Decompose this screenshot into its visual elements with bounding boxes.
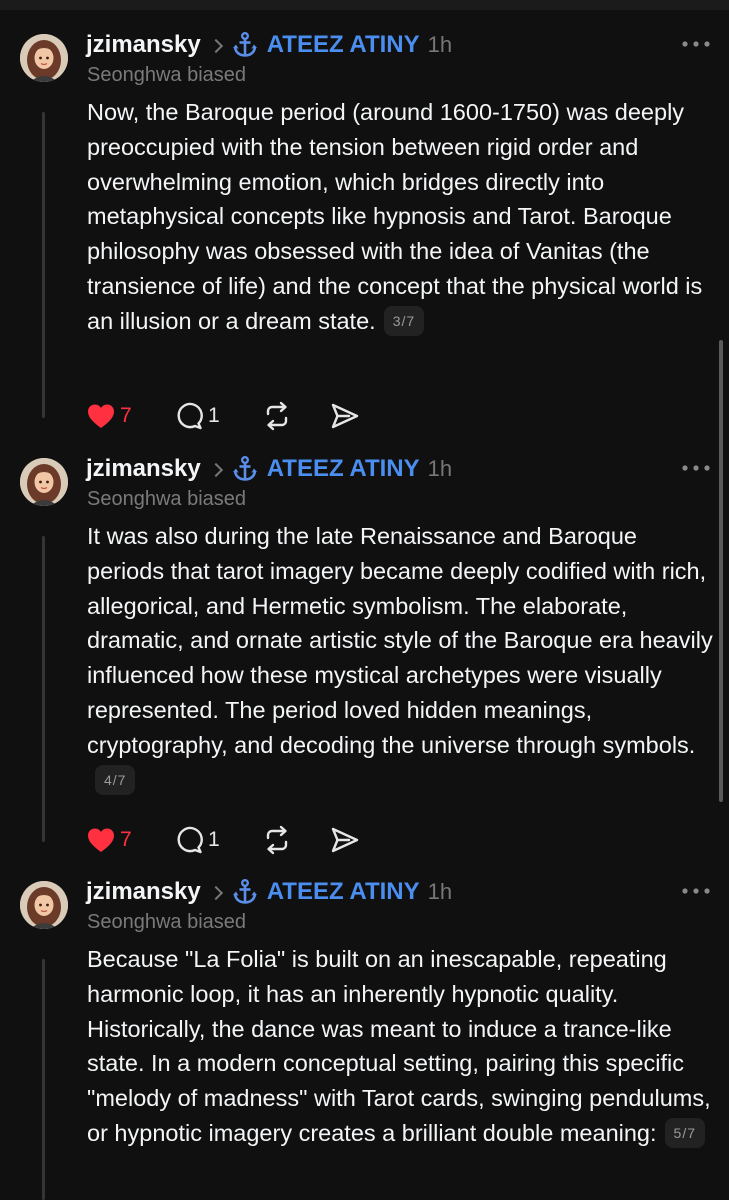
post-header: jzimansky ATEEZ ATINY 1h xyxy=(86,452,452,486)
community-link[interactable]: ATEEZ ATINY xyxy=(267,455,420,483)
reply-button[interactable]: 1 xyxy=(174,400,220,432)
chevron-right-icon xyxy=(208,38,223,54)
user-subtitle: Seonghwa biased xyxy=(87,488,247,510)
page-indicator: 3/7 xyxy=(383,305,425,336)
username[interactable]: jzimansky xyxy=(86,878,201,906)
more-options-icon[interactable] xyxy=(681,40,711,48)
chevron-right-icon xyxy=(208,462,223,478)
avatar[interactable] xyxy=(20,34,68,82)
post-time: 1h xyxy=(427,456,453,481)
chevron-right-icon xyxy=(208,885,223,901)
heart-icon xyxy=(88,404,114,428)
thread-post: jzimansky ATEEZ ATINY 1h Seonghwa biased… xyxy=(0,452,729,855)
thread-line xyxy=(42,536,45,842)
anchor-icon xyxy=(232,456,257,481)
share-button[interactable] xyxy=(329,824,361,856)
page-indicator: 4/7 xyxy=(95,764,136,795)
community-link[interactable]: ATEEZ ATINY xyxy=(267,31,420,59)
post-text: It was also during the late Renaissance … xyxy=(87,519,717,797)
user-subtitle: Seonghwa biased xyxy=(87,64,247,86)
comment-icon xyxy=(177,826,203,854)
like-count: 7 xyxy=(120,828,132,851)
reply-count: 1 xyxy=(208,404,220,427)
like-button[interactable]: 7 xyxy=(86,824,132,856)
repost-button[interactable] xyxy=(261,400,293,432)
username[interactable]: jzimansky xyxy=(86,31,201,59)
thread-line xyxy=(42,112,45,418)
post-time: 1h xyxy=(427,32,453,57)
share-button[interactable] xyxy=(329,400,361,432)
reply-button[interactable]: 1 xyxy=(174,824,220,856)
like-count: 7 xyxy=(120,404,132,427)
more-options-icon[interactable] xyxy=(681,887,711,895)
post-header: jzimansky ATEEZ ATINY 1h xyxy=(86,28,452,62)
avatar[interactable] xyxy=(20,881,68,929)
more-options-icon[interactable] xyxy=(681,464,711,472)
thread-post: jzimansky ATEEZ ATINY 1h Seonghwa biased… xyxy=(0,875,729,1200)
send-icon xyxy=(331,827,359,853)
like-button[interactable]: 7 xyxy=(86,400,132,432)
comment-icon xyxy=(177,402,203,430)
post-actions: 7 1 xyxy=(86,824,386,856)
thread-line xyxy=(42,959,45,1200)
send-icon xyxy=(331,403,359,429)
post-text: Because "La Folia" is built on an inesca… xyxy=(87,942,717,1151)
post-text-content: Because "La Folia" is built on an inesca… xyxy=(87,946,711,1146)
repost-icon xyxy=(266,825,288,855)
avatar[interactable] xyxy=(20,458,68,506)
post-actions: 7 1 xyxy=(86,400,386,432)
anchor-icon xyxy=(232,879,257,904)
heart-icon xyxy=(88,828,114,852)
user-subtitle: Seonghwa biased xyxy=(87,911,247,933)
reply-count: 1 xyxy=(208,828,220,851)
anchor-icon xyxy=(232,32,257,57)
post-text-content: Now, the Baroque period (around 1600-175… xyxy=(87,99,703,334)
post-text: Now, the Baroque period (around 1600-175… xyxy=(87,95,717,339)
post-header: jzimansky ATEEZ ATINY 1h xyxy=(86,875,452,909)
post-time: 1h xyxy=(427,879,453,904)
username[interactable]: jzimansky xyxy=(86,455,201,483)
post-text-content: It was also during the late Renaissance … xyxy=(87,523,713,758)
thread-post: jzimansky ATEEZ ATINY 1h Seonghwa biased… xyxy=(0,28,729,431)
repost-icon xyxy=(266,401,288,431)
page-indicator: 5/7 xyxy=(664,1117,705,1148)
community-link[interactable]: ATEEZ ATINY xyxy=(267,878,420,906)
repost-button[interactable] xyxy=(261,824,293,856)
top-edge xyxy=(0,0,729,10)
